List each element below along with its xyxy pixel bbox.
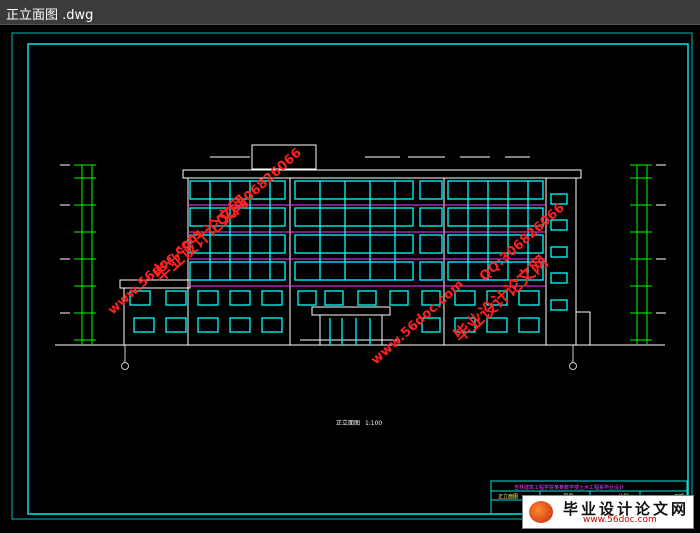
left-dimension-column xyxy=(60,164,129,370)
right-dimension-column xyxy=(569,164,666,370)
title-block-heading: 吉林建筑工程学院某某教学楼土木工程系毕业设计 xyxy=(514,485,625,491)
window-title: 正立面图 .dwg xyxy=(6,8,94,23)
drawing-canvas[interactable]: 正立面图 1:100 吉林建筑工程学院某某教学楼土木工程系毕业设计 正立面图 图… xyxy=(0,25,700,533)
outer-frame xyxy=(11,32,693,520)
title-block-cell: 正立面图 xyxy=(498,494,519,500)
inner-frame xyxy=(27,43,689,515)
logo-mark-icon xyxy=(529,501,553,523)
watermark-logo: 毕业设计论文网 www.56doc.com xyxy=(522,495,694,529)
drawing-caption: 正立面图 1:100 xyxy=(336,418,382,427)
caption-scale: 1:100 xyxy=(364,420,383,427)
window-title-bar: 正立面图 .dwg xyxy=(0,0,700,25)
logo-site: www.56doc.com xyxy=(583,515,657,525)
caption-title: 正立面图 xyxy=(336,420,361,427)
